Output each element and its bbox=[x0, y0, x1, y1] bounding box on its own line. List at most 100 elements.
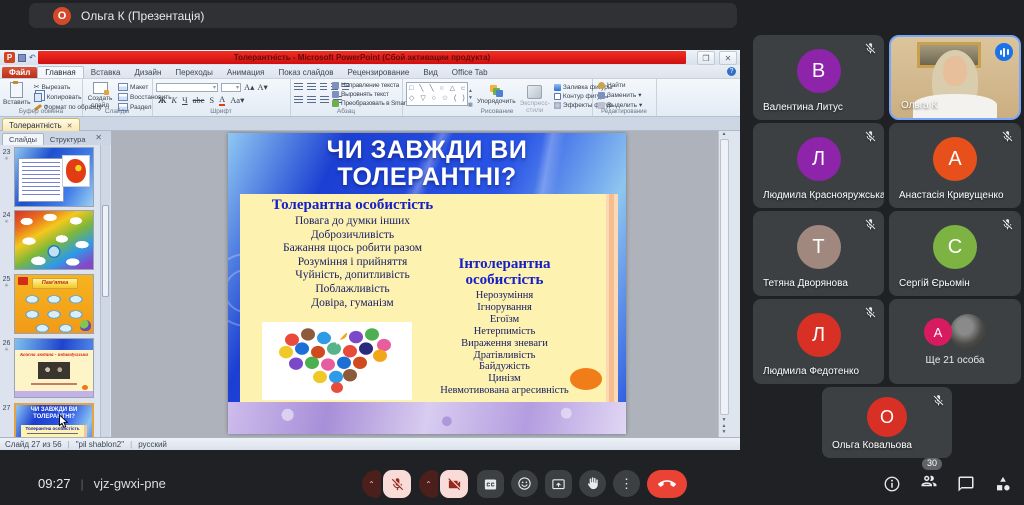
captions-button[interactable] bbox=[477, 470, 504, 498]
participant-tile-speaking[interactable]: Ольга К bbox=[889, 35, 1021, 120]
info-icon[interactable] bbox=[883, 475, 901, 493]
document-tab[interactable]: Толерантність ✕ bbox=[2, 118, 80, 132]
present-button[interactable] bbox=[545, 470, 572, 498]
current-slide[interactable]: ЧИ ЗАВЖДИ ВИ ТОЛЕРАНТНІ? Толерантна особ… bbox=[228, 133, 626, 434]
numbering-icon[interactable] bbox=[307, 83, 316, 91]
participants-panel-button[interactable]: 30 bbox=[920, 472, 938, 495]
shapes-down-icon[interactable]: ▼ bbox=[468, 95, 473, 101]
participant-tile[interactable]: О Ольга Ковальова bbox=[822, 387, 952, 458]
tab-transitions[interactable]: Переходы bbox=[168, 67, 220, 78]
underline-button[interactable]: Ч bbox=[182, 96, 188, 105]
italic-button[interactable]: К bbox=[171, 96, 177, 105]
slide-thumbnail-24[interactable] bbox=[14, 210, 94, 270]
shrink-font-icon[interactable]: А▾ bbox=[257, 83, 267, 92]
raise-hand-button[interactable] bbox=[579, 470, 606, 497]
tab-design[interactable]: Дизайн bbox=[127, 67, 168, 78]
overflow-participants-tile[interactable]: А Ще 21 особа bbox=[889, 299, 1021, 384]
tab-home[interactable]: Главная bbox=[37, 66, 83, 78]
find-button[interactable]: Найти bbox=[598, 82, 656, 89]
avatar: Т bbox=[797, 225, 841, 269]
chat-icon[interactable] bbox=[957, 475, 975, 493]
tab-insert[interactable]: Вставка bbox=[84, 67, 128, 78]
tab-file[interactable]: Файл bbox=[2, 67, 37, 78]
panel-tab-outline[interactable]: Структура bbox=[44, 134, 92, 145]
participant-tile[interactable]: В Валентина Литус bbox=[753, 35, 884, 120]
slide-thumbnail-23[interactable] bbox=[14, 147, 94, 207]
reactions-button[interactable] bbox=[511, 470, 538, 497]
strikethrough-button[interactable]: abc bbox=[193, 96, 205, 105]
participant-tile[interactable]: А Анастасія Кривущенко bbox=[889, 123, 1021, 208]
thumb-number: 23✳ bbox=[2, 149, 11, 162]
ribbon-group-editing: Найти Заменить ▾ Выделить ▾ Редактирован… bbox=[592, 79, 657, 116]
font-color-button[interactable]: А bbox=[219, 95, 225, 106]
shadow-button[interactable]: S bbox=[209, 96, 214, 105]
presenter-label: Ольга К (Презентація) bbox=[81, 9, 204, 23]
tab-slideshow[interactable]: Показ слайдов bbox=[271, 67, 340, 78]
slide-title: ЧИ ЗАВЖДИ ВИ ТОЛЕРАНТНІ? bbox=[277, 137, 577, 191]
mic-toggle-button[interactable] bbox=[383, 470, 411, 498]
decrease-indent-icon[interactable] bbox=[320, 83, 327, 91]
bold-button[interactable]: Ж bbox=[158, 96, 166, 105]
screen-share-banner[interactable]: О Ольга К (Презентація) bbox=[29, 3, 737, 28]
panel-scrollbar[interactable] bbox=[100, 145, 110, 437]
chevron-up-icon: ⌃ bbox=[425, 480, 432, 489]
end-call-button[interactable] bbox=[647, 470, 687, 498]
more-options-button[interactable]: ⋮ bbox=[613, 470, 640, 497]
participant-name: Ольга Ковальова bbox=[832, 440, 912, 451]
camera-off-icon bbox=[447, 477, 462, 492]
grow-font-icon[interactable]: А▴ bbox=[244, 83, 254, 92]
participant-tile[interactable]: С Сергій Єрьомін bbox=[889, 211, 1021, 296]
children-heart-image bbox=[262, 322, 412, 400]
change-case-button[interactable]: Аа▾ bbox=[230, 96, 244, 105]
avatar: О bbox=[867, 397, 907, 437]
next-slide-icon[interactable]: ▼ bbox=[722, 429, 727, 435]
shapes-up-icon[interactable]: ▲ bbox=[468, 88, 473, 94]
select-icon bbox=[598, 102, 605, 109]
align-right-icon[interactable] bbox=[320, 96, 329, 104]
paste-button[interactable]: Вставить bbox=[3, 79, 31, 111]
find-icon bbox=[598, 82, 605, 89]
close-window-button[interactable]: ✕ bbox=[719, 51, 737, 65]
slide-thumbnail-25[interactable]: Пам'ятка bbox=[14, 274, 94, 334]
replace-button[interactable]: Заменить ▾ bbox=[598, 91, 656, 99]
tab-view[interactable]: Вид bbox=[416, 67, 444, 78]
mic-off-icon bbox=[864, 130, 877, 143]
align-left-icon[interactable] bbox=[294, 96, 303, 104]
align-text-icon bbox=[332, 91, 339, 98]
panel-close-icon[interactable]: ✕ bbox=[95, 133, 102, 142]
slide-thumbnail-26[interactable]: Кожна людина - індивідуальна bbox=[14, 338, 94, 398]
participant-name: Валентина Литус bbox=[763, 102, 843, 113]
undo-icon[interactable]: ↶ bbox=[29, 54, 36, 62]
activities-icon[interactable] bbox=[994, 475, 1012, 493]
tab-review[interactable]: Рецензирование bbox=[341, 67, 417, 78]
scroll-up-icon[interactable]: ▲ bbox=[722, 131, 727, 137]
participant-tile[interactable]: Л Людмила Федотенко bbox=[753, 299, 884, 384]
participant-tile[interactable]: Л Людмила Краснояружська bbox=[753, 123, 884, 208]
panel-tab-slides[interactable]: Слайды bbox=[2, 133, 44, 145]
new-slide-button[interactable]: Создать слайд bbox=[85, 79, 115, 111]
font-name-combo[interactable]: ▾ bbox=[156, 83, 218, 92]
ppt-status-bar: Слайд 27 из 56 | "pil shablon2" | русски… bbox=[0, 437, 740, 450]
camera-options-button[interactable]: ⌃ bbox=[419, 470, 438, 498]
restore-window-button[interactable]: ❐ bbox=[697, 51, 715, 65]
document-tab-close-icon[interactable]: ✕ bbox=[67, 122, 73, 130]
slide-thumbnail-27-selected[interactable]: ЧИ ЗАВЖДИ ВИ ТОЛЕРАНТНІ? Толерантна особ… bbox=[14, 403, 94, 437]
mic-options-button[interactable]: ⌃ bbox=[362, 470, 381, 498]
participant-tile[interactable]: Т Тетяна Дворянова bbox=[753, 211, 884, 296]
status-slide-info[interactable]: Слайд 27 из 56 bbox=[5, 440, 62, 449]
status-template[interactable]: "pil shablon2" bbox=[76, 440, 124, 449]
status-language[interactable]: русский bbox=[138, 440, 167, 449]
select-button[interactable]: Выделить ▾ bbox=[598, 101, 656, 109]
camera-toggle-button[interactable] bbox=[440, 470, 468, 498]
bullets-icon[interactable] bbox=[294, 83, 303, 91]
slide-scrollbar[interactable]: ▲ ▼ ▲ ▼ bbox=[718, 131, 729, 437]
align-center-icon[interactable] bbox=[307, 96, 316, 104]
tab-animations[interactable]: Анимация bbox=[220, 67, 272, 78]
avatar: Л bbox=[797, 137, 841, 181]
help-icon[interactable]: ? bbox=[727, 67, 736, 76]
thumb-number: 24✳ bbox=[2, 212, 11, 225]
shapes-gallery[interactable]: □ ╲ ╲ ○ △ ▭ ◇ ▽ ○ ☆ ( ) bbox=[406, 82, 468, 106]
font-size-combo[interactable]: ▾ bbox=[221, 83, 241, 92]
save-icon[interactable] bbox=[18, 54, 26, 62]
tab-office-tab[interactable]: Office Tab bbox=[445, 67, 495, 78]
